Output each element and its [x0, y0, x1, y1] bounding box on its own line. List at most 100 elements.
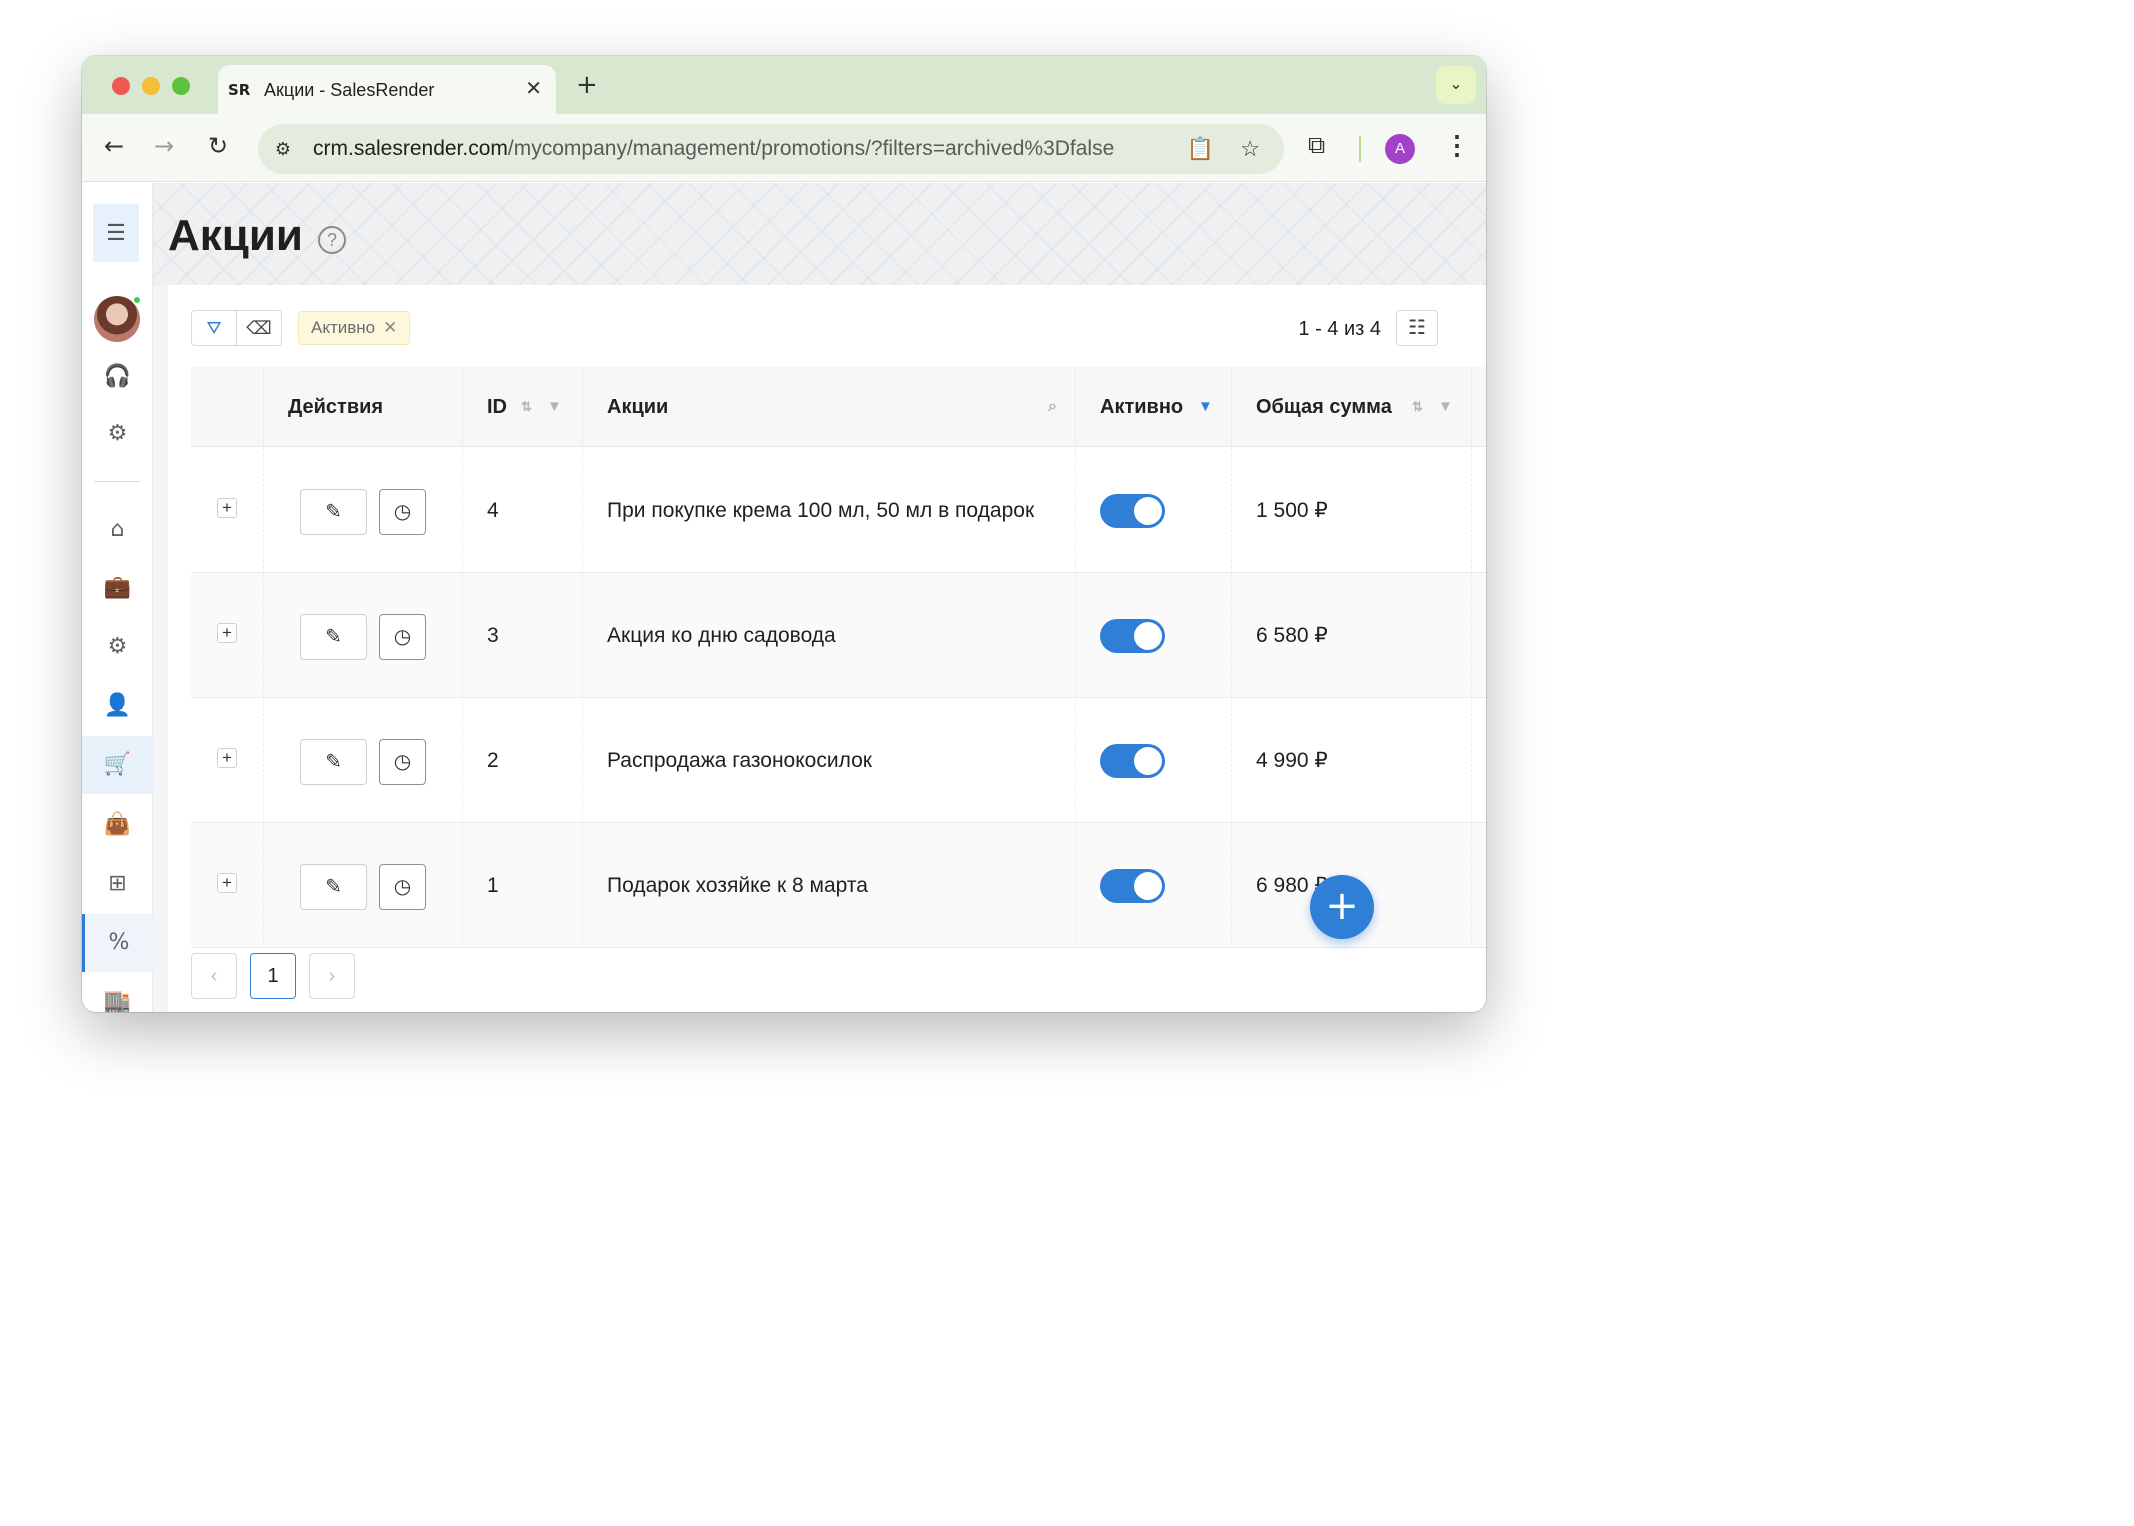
app-area: ☰ 🎧 ⚙ ⌂ 💼 ⚙ 👤 🛒 👜 ⊞ % 🏬 Акции ? ⛛ ⌫ Акти… — [82, 183, 1486, 1012]
sidebar-item-cart-icon[interactable]: 🛒 — [82, 736, 153, 794]
table-row[interactable]: + ✎ ◷ 3 Акция ко дню садовода 6 580 ₽ — [191, 573, 1486, 698]
sidebar-collapse-menu-icon[interactable]: ☰ — [93, 204, 139, 262]
help-question-icon[interactable]: ? — [318, 226, 346, 254]
row-name[interactable]: Подарок хозяйке к 8 марта — [607, 823, 868, 948]
sidebar-item-warehouse-icon[interactable]: 🏬 — [82, 973, 153, 1012]
tab-search-chevron-icon[interactable]: ⌄ — [1436, 66, 1476, 104]
edit-pencil-icon[interactable]: ✎ — [300, 739, 367, 785]
edit-pencil-icon[interactable]: ✎ — [300, 489, 367, 535]
expand-cell: + — [191, 698, 264, 823]
total-cell: 6 580 ₽ — [1232, 573, 1472, 698]
column-filter-icon[interactable]: ▼ — [547, 367, 562, 447]
history-clock-icon[interactable]: ◷ — [379, 864, 426, 910]
add-promotion-plus-icon[interactable]: + — [1310, 875, 1374, 939]
sidebar-item-settings-icon[interactable]: ⚙ — [82, 618, 153, 676]
new-tab-button[interactable]: + — [576, 70, 598, 100]
header-pattern — [153, 183, 1486, 285]
history-clock-icon[interactable]: ◷ — [379, 739, 426, 785]
url-path: /mycompany/management/promotions/?filter… — [507, 137, 1115, 160]
row-name[interactable]: Акция ко дню садовода — [607, 573, 836, 698]
name-cell: При покупке крема 100 мл, 50 мл в подаро… — [583, 448, 1076, 573]
th-total-label: Общая сумма — [1256, 396, 1392, 418]
extensions-puzzle-icon[interactable]: ⧉ — [1308, 132, 1325, 160]
th-total: Общая сумма ⇅ ▼ — [1232, 367, 1472, 447]
promotions-panel: ⛛ ⌫ Активно ✕ 1 - 4 из 4 ☷ Действия ID ⇅ … — [168, 285, 1486, 1012]
total-cell: 4 990 ₽ — [1232, 698, 1472, 823]
column-filter-icon[interactable]: ▼ — [1438, 367, 1453, 447]
row-name[interactable]: При покупке крема 100 мл, 50 мл в подаро… — [607, 448, 1034, 573]
row-name[interactable]: Распродажа газонокосилок — [607, 698, 872, 823]
edit-pencil-icon[interactable]: ✎ — [300, 614, 367, 660]
th-id: ID ⇅ ▼ — [463, 367, 583, 447]
actions-cell: ✎ ◷ — [264, 448, 463, 573]
expand-cell: + — [191, 448, 264, 573]
row-total: 4 990 ₽ — [1256, 749, 1328, 772]
address-bar[interactable]: ⚙ crm.salesrender.com/mycompany/manageme… — [258, 124, 1284, 174]
url-host: crm.salesrender.com — [313, 137, 508, 160]
active-toggle[interactable] — [1100, 619, 1165, 653]
pagination-page[interactable]: 1 — [250, 953, 296, 999]
tab-close-icon[interactable]: ✕ — [525, 76, 542, 101]
tab-title: Акции - SalesRender — [264, 80, 435, 100]
reload-icon[interactable]: ↻ — [208, 132, 228, 160]
back-arrow-icon[interactable]: ← — [104, 132, 124, 160]
sidebar-item-percent-icon[interactable]: % — [82, 914, 153, 972]
tab-strip: SR Акции - SalesRender ✕ + ⌄ — [82, 56, 1486, 115]
th-id-label: ID — [487, 396, 507, 418]
sidebar-item-user-icon[interactable]: 👤 — [82, 677, 153, 735]
expand-plus-icon[interactable]: + — [217, 498, 237, 518]
bookmark-star-icon[interactable]: ☆ — [1240, 136, 1260, 162]
active-cell — [1076, 448, 1232, 573]
table-row[interactable]: + ✎ ◷ 1 Подарок хозяйке к 8 марта 6 980 … — [191, 823, 1486, 948]
column-search-icon[interactable]: ⌕ — [1048, 367, 1057, 447]
table-row[interactable]: + ✎ ◷ 4 При покупке крема 100 мл, 50 мл … — [191, 448, 1486, 573]
records-counter: 1 - 4 из 4 — [1298, 318, 1381, 340]
settings-gear-icon[interactable]: ⚙ — [82, 405, 153, 463]
chip-close-icon[interactable]: ✕ — [383, 318, 397, 337]
row-id: 2 — [487, 749, 499, 772]
minimize-window-button[interactable] — [142, 77, 160, 95]
expand-plus-icon[interactable]: + — [217, 623, 237, 643]
browser-window: SR Акции - SalesRender ✕ + ⌄ ← → ↻ ⚙ crm… — [82, 56, 1486, 1012]
clear-filters-icon[interactable]: ⌫ — [236, 310, 282, 346]
active-filter-chip[interactable]: Активно ✕ — [298, 311, 411, 345]
table-row[interactable]: + ✎ ◷ 2 Распродажа газонокосилок 4 990 ₽ — [191, 698, 1486, 823]
expand-plus-icon[interactable]: + — [217, 873, 237, 893]
history-clock-icon[interactable]: ◷ — [379, 614, 426, 660]
sidebar-item-briefcase-icon[interactable]: 💼 — [82, 559, 153, 617]
sort-icon[interactable]: ⇅ — [521, 367, 532, 447]
sidebar-divider — [94, 481, 140, 482]
maximize-window-button[interactable] — [172, 77, 190, 95]
profile-avatar[interactable]: A — [1385, 134, 1415, 164]
expand-plus-icon[interactable]: + — [217, 748, 237, 768]
pagination-prev-icon[interactable]: ‹ — [191, 953, 237, 999]
browser-tab[interactable]: SR Акции - SalesRender ✕ — [218, 65, 556, 115]
url-text[interactable]: crm.salesrender.com/mycompany/management… — [313, 137, 1114, 161]
active-toggle[interactable] — [1100, 494, 1165, 528]
active-toggle[interactable] — [1100, 869, 1165, 903]
site-settings-icon[interactable]: ⚙ — [270, 136, 296, 162]
toolbar-divider — [1359, 136, 1361, 162]
pagination-next-icon[interactable]: › — [309, 953, 355, 999]
id-cell: 3 — [463, 573, 583, 698]
browser-menu-kebab-icon[interactable]: ⋮ — [1444, 130, 1470, 161]
forward-arrow-icon[interactable]: → — [154, 132, 174, 160]
sidebar-item-home-icon[interactable]: ⌂ — [82, 501, 153, 559]
th-expand — [191, 367, 264, 447]
close-window-button[interactable] — [112, 77, 130, 95]
column-settings-sliders-icon[interactable]: ☷ — [1396, 310, 1438, 346]
history-clock-icon[interactable]: ◷ — [379, 489, 426, 535]
actions-cell: ✎ ◷ — [264, 698, 463, 823]
sidebar-item-bag-icon[interactable]: 👜 — [82, 796, 153, 854]
sidebar: ☰ 🎧 ⚙ ⌂ 💼 ⚙ 👤 🛒 👜 ⊞ % 🏬 — [82, 183, 153, 1012]
sidebar-item-structure-icon[interactable]: ⊞ — [82, 855, 153, 913]
active-filter-funnel-icon[interactable]: ▼ — [1198, 367, 1213, 447]
edit-pencil-icon[interactable]: ✎ — [300, 864, 367, 910]
headset-support-icon[interactable]: 🎧 — [82, 348, 153, 406]
clipboard-icon[interactable]: 📋 — [1187, 136, 1214, 162]
filter-funnel-icon[interactable]: ⛛ — [191, 310, 237, 346]
th-name-label: Акции — [607, 396, 669, 418]
active-toggle[interactable] — [1100, 744, 1165, 778]
sort-icon[interactable]: ⇅ — [1412, 367, 1423, 447]
page-title: Акции — [168, 211, 303, 260]
